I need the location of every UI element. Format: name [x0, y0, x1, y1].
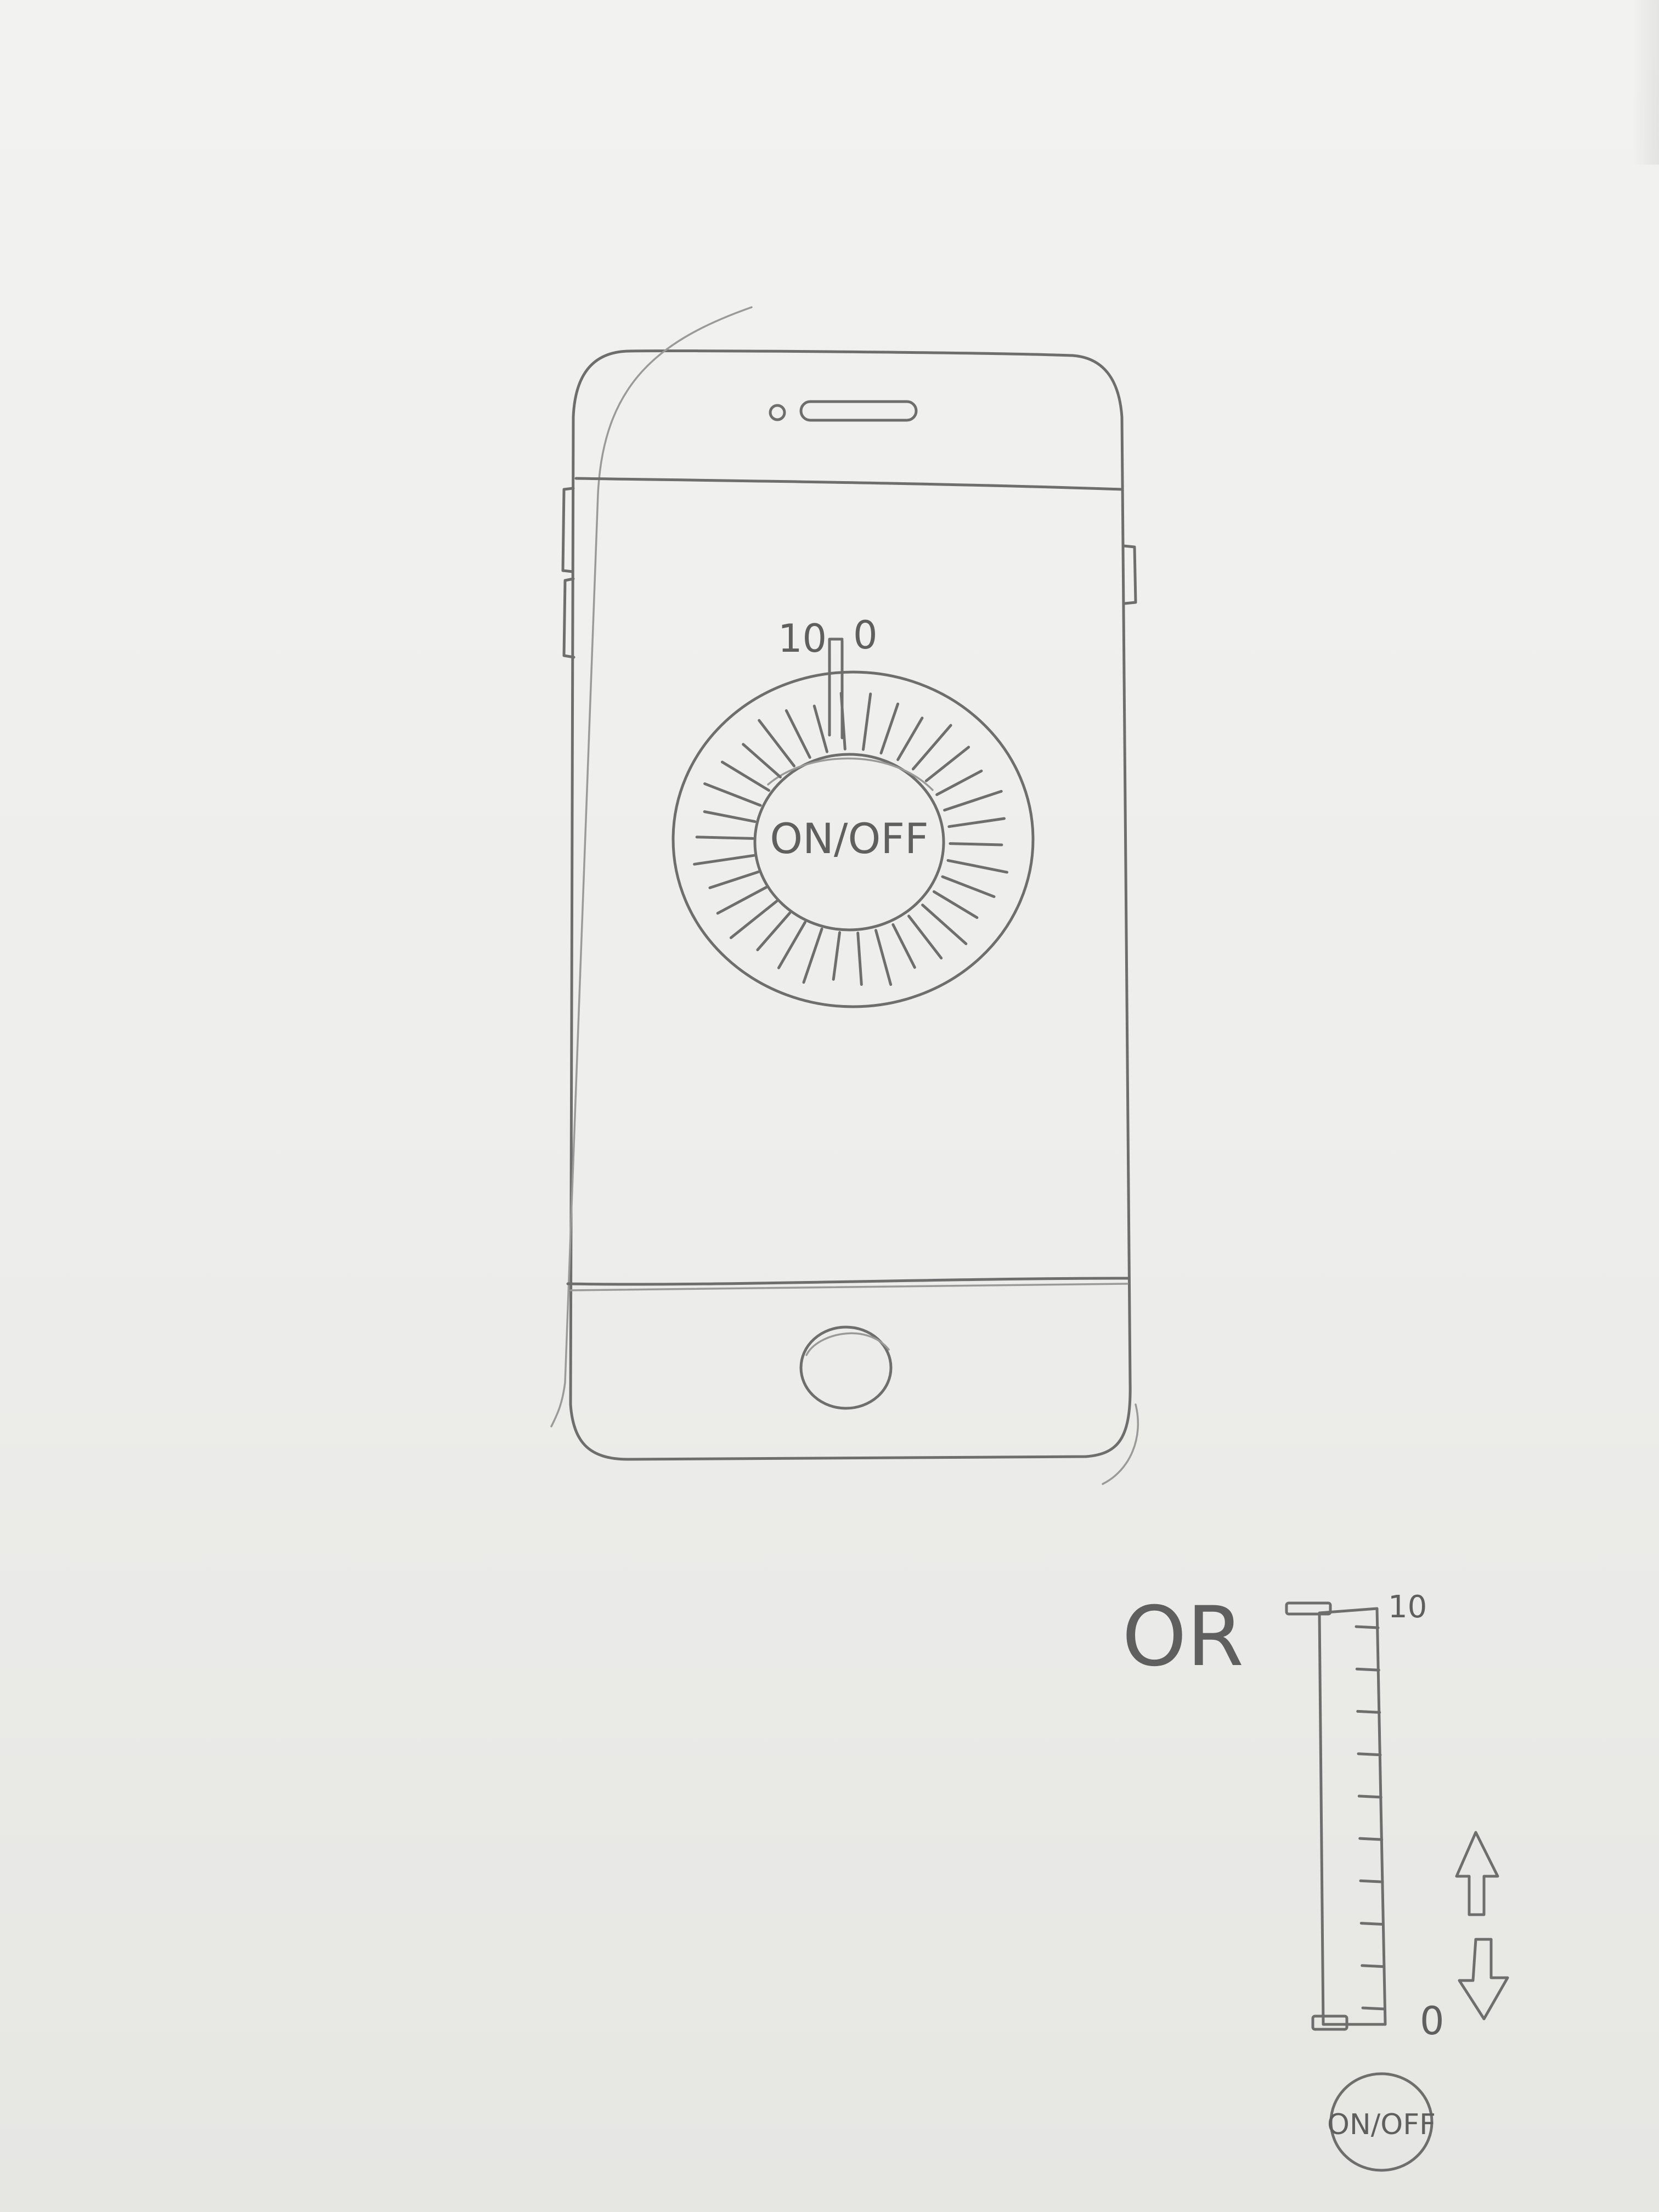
phone-overdraw-right	[1102, 1403, 1139, 1485]
small-on-off-button[interactable]: ON/OFF	[1327, 2072, 1436, 2172]
slider-tick	[1355, 1667, 1380, 1672]
dial-tick	[932, 890, 979, 919]
dial-on-off-button[interactable]: ON/OFF	[770, 814, 929, 863]
intensity-dial[interactable]: 10 0 ON/OFF	[672, 613, 1035, 1008]
dial-tick	[703, 810, 757, 823]
dial-tick	[758, 719, 795, 768]
dial-tick	[921, 904, 968, 945]
dial-tick	[891, 923, 916, 969]
slider-min-label: 0	[1420, 1999, 1444, 2044]
slider-tick	[1359, 1879, 1384, 1883]
dial-tick	[832, 931, 841, 981]
arrow-down-icon[interactable]	[1458, 1938, 1509, 2021]
small-on-off-button-label: ON/OFF	[1327, 2108, 1436, 2141]
dial-tick	[911, 724, 952, 771]
power-button	[1122, 544, 1137, 605]
phone-sketch	[550, 306, 1139, 1485]
sketch-canvas: 10 0 ON/OFF OR 10 0 ON/OFF	[550, 306, 1509, 2172]
slider-tick	[1356, 1709, 1381, 1714]
screen-top-edge	[574, 477, 1124, 491]
dial-tick	[812, 704, 828, 753]
slider-tick	[1361, 1964, 1386, 1968]
intensity-slider[interactable]: 10 0	[1285, 1589, 1444, 2044]
dial-tick	[716, 886, 768, 915]
phone-body-outline	[569, 349, 1132, 1461]
earpiece-speaker-icon	[799, 400, 918, 422]
slider-tick	[1358, 1837, 1384, 1841]
slider-tick	[1359, 1922, 1385, 1926]
arrow-up-icon[interactable]	[1455, 1831, 1499, 1916]
dial-tick	[729, 900, 778, 939]
dial-tick	[907, 915, 943, 960]
screen-bottom-edge	[566, 1277, 1131, 1286]
dial-tick	[946, 859, 1008, 874]
dial-tick	[935, 769, 983, 796]
slider-tick	[1357, 1752, 1382, 1757]
dial-tick	[742, 743, 782, 778]
dial-tick	[695, 836, 754, 840]
slider-tick	[1355, 1625, 1380, 1629]
dial-tick	[949, 842, 1003, 847]
front-camera-icon	[769, 404, 786, 421]
dial-tick	[924, 746, 970, 782]
dial-zero-indicator	[828, 637, 844, 740]
slider-tick	[1357, 1795, 1383, 1799]
dial-tick	[856, 932, 863, 986]
dial-tick	[896, 716, 924, 761]
dial-min-label: 0	[853, 613, 878, 658]
dial-tick	[802, 927, 823, 984]
dial-tick	[720, 760, 771, 792]
slider-bottom-handle[interactable]	[1311, 2015, 1348, 2031]
dial-tick	[703, 782, 762, 807]
dial-tick	[756, 911, 792, 951]
dial-tick	[777, 921, 806, 969]
phone-overdraw-line	[550, 306, 753, 1427]
dial-tick	[862, 692, 872, 751]
dial-tick	[941, 875, 996, 898]
dial-tick	[874, 929, 893, 986]
dial-tick	[943, 789, 1003, 812]
dial-tick	[693, 854, 755, 866]
dial-tick	[785, 709, 811, 759]
or-label: OR	[1122, 1589, 1244, 1685]
slider-tick	[1361, 2006, 1386, 2011]
dial-tick	[708, 870, 760, 889]
dial-tick	[947, 817, 1006, 828]
slider-max-label: 10	[1388, 1589, 1427, 1625]
dial-tick	[879, 702, 900, 755]
dial-max-label: 10	[778, 616, 827, 661]
